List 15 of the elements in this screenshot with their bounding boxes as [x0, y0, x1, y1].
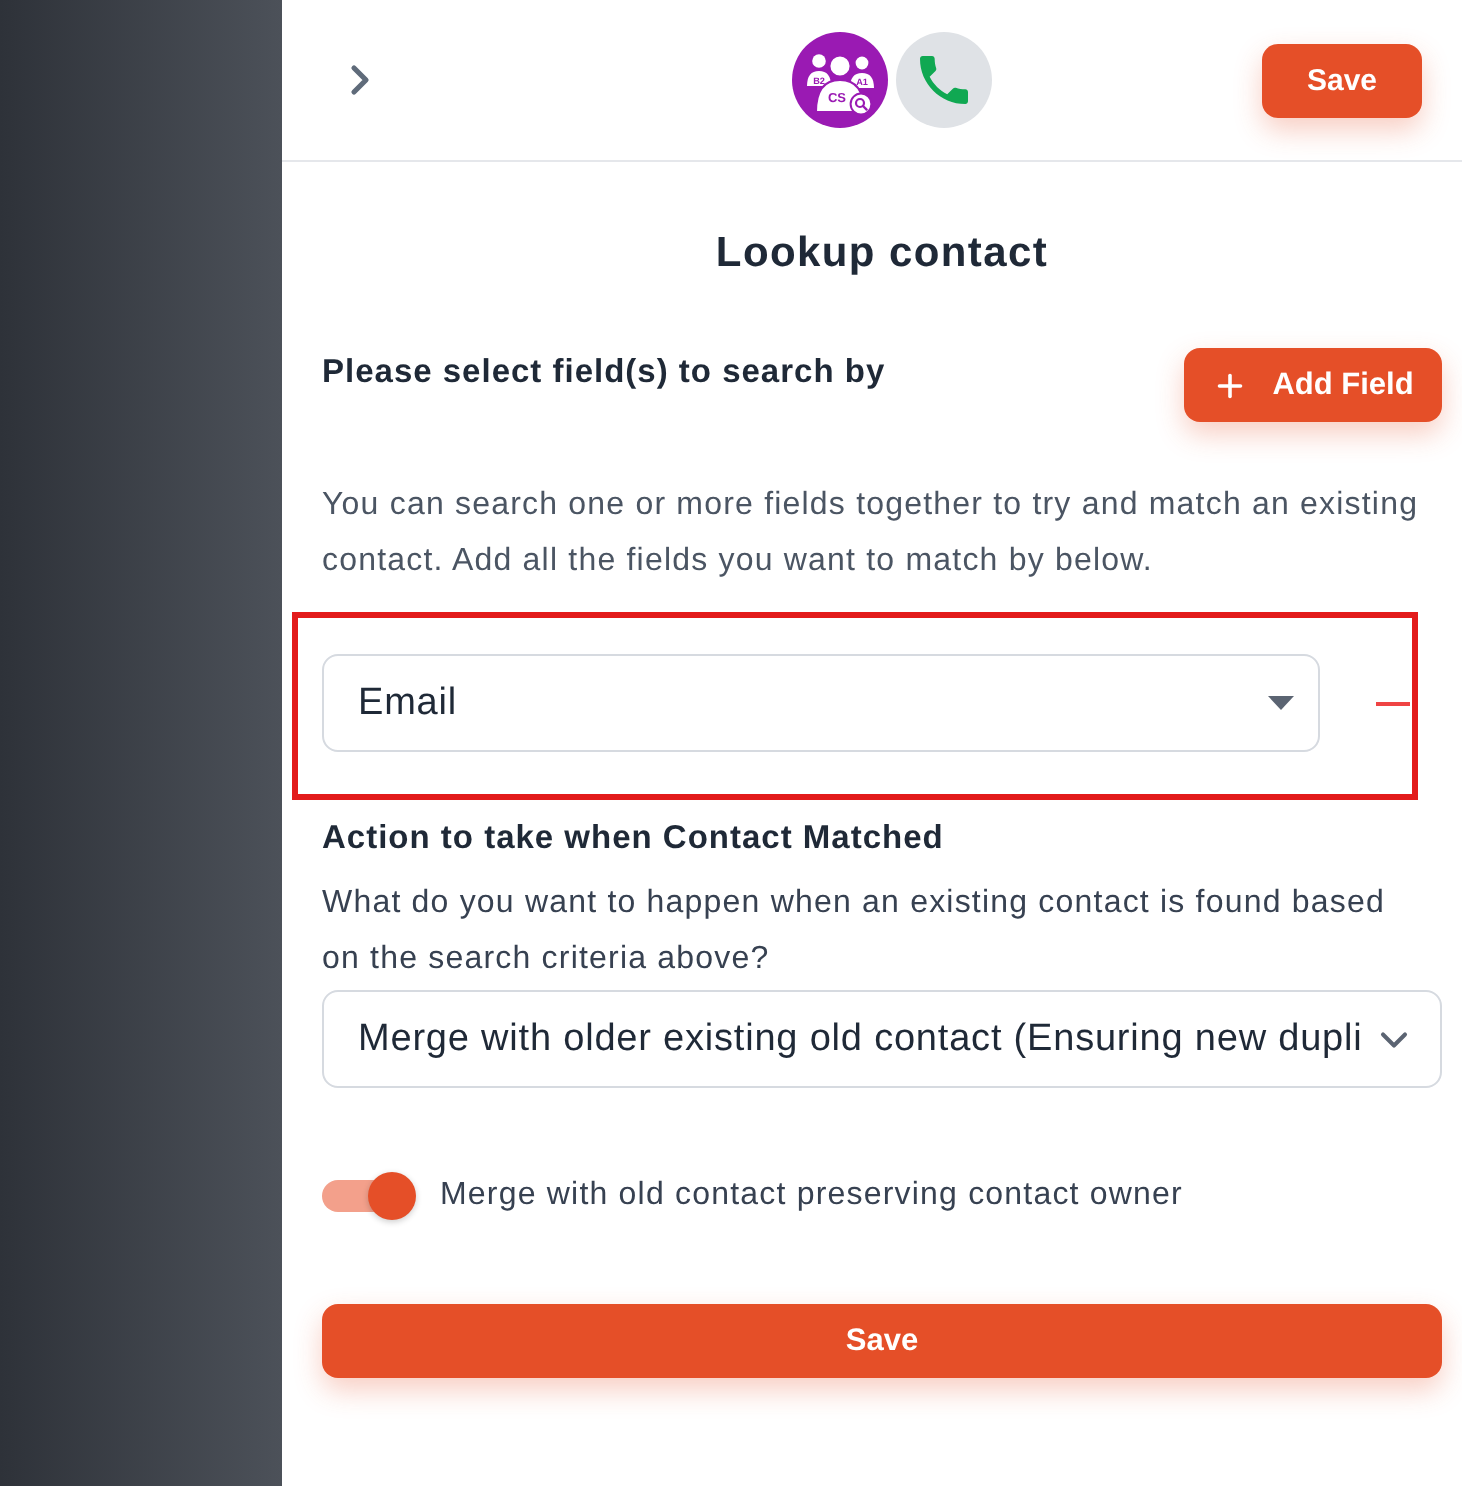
- panel-title: Lookup contact: [713, 228, 1051, 280]
- toggle-label: Merge with old contact preserving contact owner: [440, 1178, 1183, 1214]
- caret-down-icon: [1268, 696, 1294, 710]
- minus-icon[interactable]: [1376, 701, 1410, 705]
- help-text: You can search one or more fields together to try and match an existing contact. Add all the fields you want to match by below.: [322, 486, 1421, 582]
- action-select[interactable]: Merge with older existing old contact (Ensuring new dupli: [322, 990, 1442, 1088]
- phone-icon[interactable]: [895, 32, 991, 128]
- field-select[interactable]: Email: [322, 654, 1320, 752]
- save-button[interactable]: Save: [322, 1304, 1442, 1378]
- help-text: What do you want to happen when an existing contact is found based on the search criteria above?: [322, 884, 1387, 980]
- add-field-button[interactable]: Add Field: [1184, 348, 1442, 422]
- toggle-switch[interactable]: [322, 1172, 416, 1220]
- section-heading: Action to take when Contact Matched: [322, 818, 946, 860]
- save-button[interactable]: Save: [1262, 43, 1422, 117]
- section-heading: Please select field(s) to search by: [322, 352, 886, 394]
